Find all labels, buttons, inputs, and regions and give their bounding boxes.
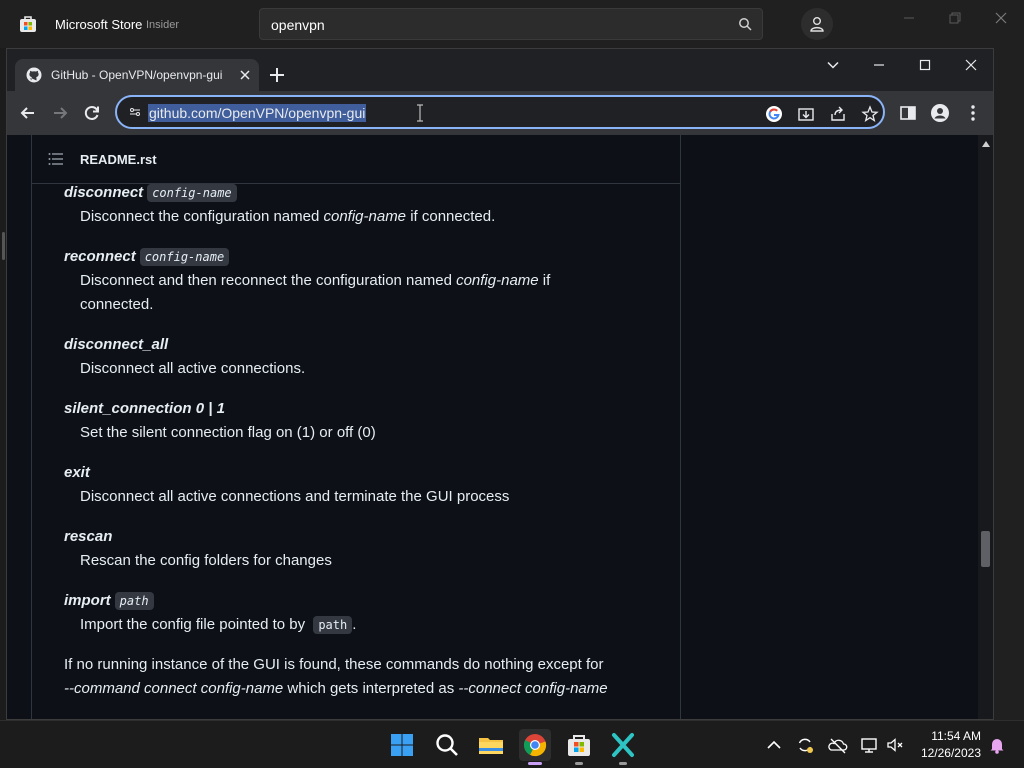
command-description: Rescan the config folders for changes [80, 552, 332, 569]
readme-paragraph: If no running instance of the GUI is fou… [64, 656, 604, 673]
file-explorer-button[interactable] [475, 729, 507, 761]
onedrive-icon[interactable] [828, 735, 848, 755]
close-icon[interactable] [991, 8, 1011, 28]
inline-code: config-name [139, 248, 230, 266]
command-term: exit [64, 464, 90, 481]
side-panel-icon[interactable] [898, 103, 918, 123]
minimize-icon[interactable] [899, 8, 919, 28]
store-title-bar: Microsoft Store Insider openvpn [0, 0, 1024, 48]
google-lens-icon[interactable] [765, 105, 783, 123]
file-explorer-icon [479, 738, 503, 754]
tab-strip: GitHub - OpenVPN/openvpn-gui [7, 49, 993, 91]
store-taskbar-button[interactable] [563, 729, 595, 765]
taskbar: 11:54 AM 12/26/2023 [0, 720, 1024, 768]
scrollbar-thumb[interactable] [981, 531, 990, 567]
readme-filename: README.rst [80, 152, 157, 167]
command-description: Set the silent connection flag on (1) or… [80, 424, 376, 441]
notification-bell-icon[interactable] [987, 735, 1007, 755]
close-icon[interactable] [963, 57, 979, 73]
minimize-icon[interactable] [871, 57, 887, 73]
command-description: Import the config file pointed to by pat… [80, 616, 357, 634]
text-cursor-icon [417, 104, 423, 122]
command-description: Disconnect and then reconnect the config… [80, 272, 551, 289]
inline-code: path [114, 592, 154, 610]
volume-muted-icon[interactable] [885, 735, 905, 755]
store-account-button[interactable] [801, 8, 833, 40]
install-app-icon[interactable] [797, 105, 815, 123]
share-icon[interactable] [829, 105, 847, 123]
tab-title: GitHub - OpenVPN/openvpn-gui [51, 68, 223, 82]
new-tab-icon[interactable] [267, 65, 287, 85]
github-icon [26, 67, 42, 83]
readme-header: README.rst [32, 135, 680, 184]
tab-close-icon[interactable] [237, 67, 253, 83]
running-indicator [619, 762, 627, 765]
back-icon[interactable] [18, 103, 38, 123]
profile-icon[interactable] [930, 103, 950, 123]
chrome-taskbar-button[interactable] [519, 729, 551, 765]
page-content: README.rst disconnect config-name Disconn… [7, 135, 993, 719]
browser-toolbar: github.com/OpenVPN/openvpn-gui [7, 91, 993, 135]
restore-icon[interactable] [945, 8, 965, 28]
show-hidden-icons-icon[interactable] [764, 735, 784, 755]
clock-time[interactable]: 11:54 AM [931, 729, 981, 743]
outline-list-icon[interactable] [48, 152, 64, 166]
vpn-app-taskbar-button[interactable] [607, 729, 639, 765]
more-menu-icon[interactable] [963, 103, 983, 123]
command-term: disconnect_all [64, 336, 169, 353]
store-app-title: Microsoft Store [55, 17, 143, 32]
page-scrollbar[interactable] [978, 135, 993, 719]
reload-icon[interactable] [82, 103, 102, 123]
command-term: disconnect config-name [64, 184, 237, 202]
site-info-icon[interactable] [129, 106, 141, 118]
clock-date[interactable]: 12/26/2023 [921, 746, 981, 760]
chrome-window: GitHub - OpenVPN/openvpn-gui github.com/… [6, 48, 994, 720]
address-url: github.com/OpenVPN/openvpn-gui [148, 104, 367, 122]
command-term: import path [64, 592, 154, 610]
vpn-app-icon [612, 733, 634, 757]
inline-code: config-name [147, 184, 237, 202]
scroll-up-arrow-icon[interactable] [982, 141, 990, 147]
command-description-continued: connected. [80, 296, 154, 313]
running-indicator [528, 762, 542, 765]
inline-code: path [313, 616, 353, 634]
command-term: reconnect config-name [64, 248, 230, 266]
tab-github-openvpn[interactable]: GitHub - OpenVPN/openvpn-gui [15, 59, 259, 91]
account-icon [810, 17, 824, 32]
store-search-input[interactable]: openvpn [259, 8, 763, 40]
bookmark-star-icon[interactable] [861, 105, 879, 123]
command-term: silent_connection 0 | 1 [64, 400, 225, 417]
command-description: Disconnect all active connections. [80, 360, 306, 377]
command-description: Disconnect the configuration named confi… [80, 208, 496, 225]
store-search-value: openvpn [271, 17, 325, 33]
command-description: Disconnect all active connections and te… [80, 488, 510, 505]
address-bar[interactable]: github.com/OpenVPN/openvpn-gui [115, 95, 885, 129]
tab-search-chevron-icon[interactable] [825, 57, 841, 73]
search-icon[interactable] [431, 729, 463, 761]
forward-icon[interactable] [50, 103, 70, 123]
start-icon[interactable] [386, 729, 418, 761]
maximize-icon[interactable] [917, 57, 933, 73]
readme-paragraph-line2: --command connect config-name which gets… [64, 680, 608, 697]
readme-panel: README.rst disconnect config-name Disconn… [31, 135, 681, 719]
store-logo-icon [20, 16, 36, 32]
chrome-icon [523, 734, 547, 757]
search-icon[interactable] [738, 17, 752, 31]
store-icon [568, 735, 590, 756]
store-insider-badge: Insider [146, 19, 180, 31]
running-indicator [575, 762, 583, 765]
sync-icon[interactable] [795, 735, 815, 755]
command-term: rescan [64, 528, 113, 545]
network-icon[interactable] [859, 735, 879, 755]
